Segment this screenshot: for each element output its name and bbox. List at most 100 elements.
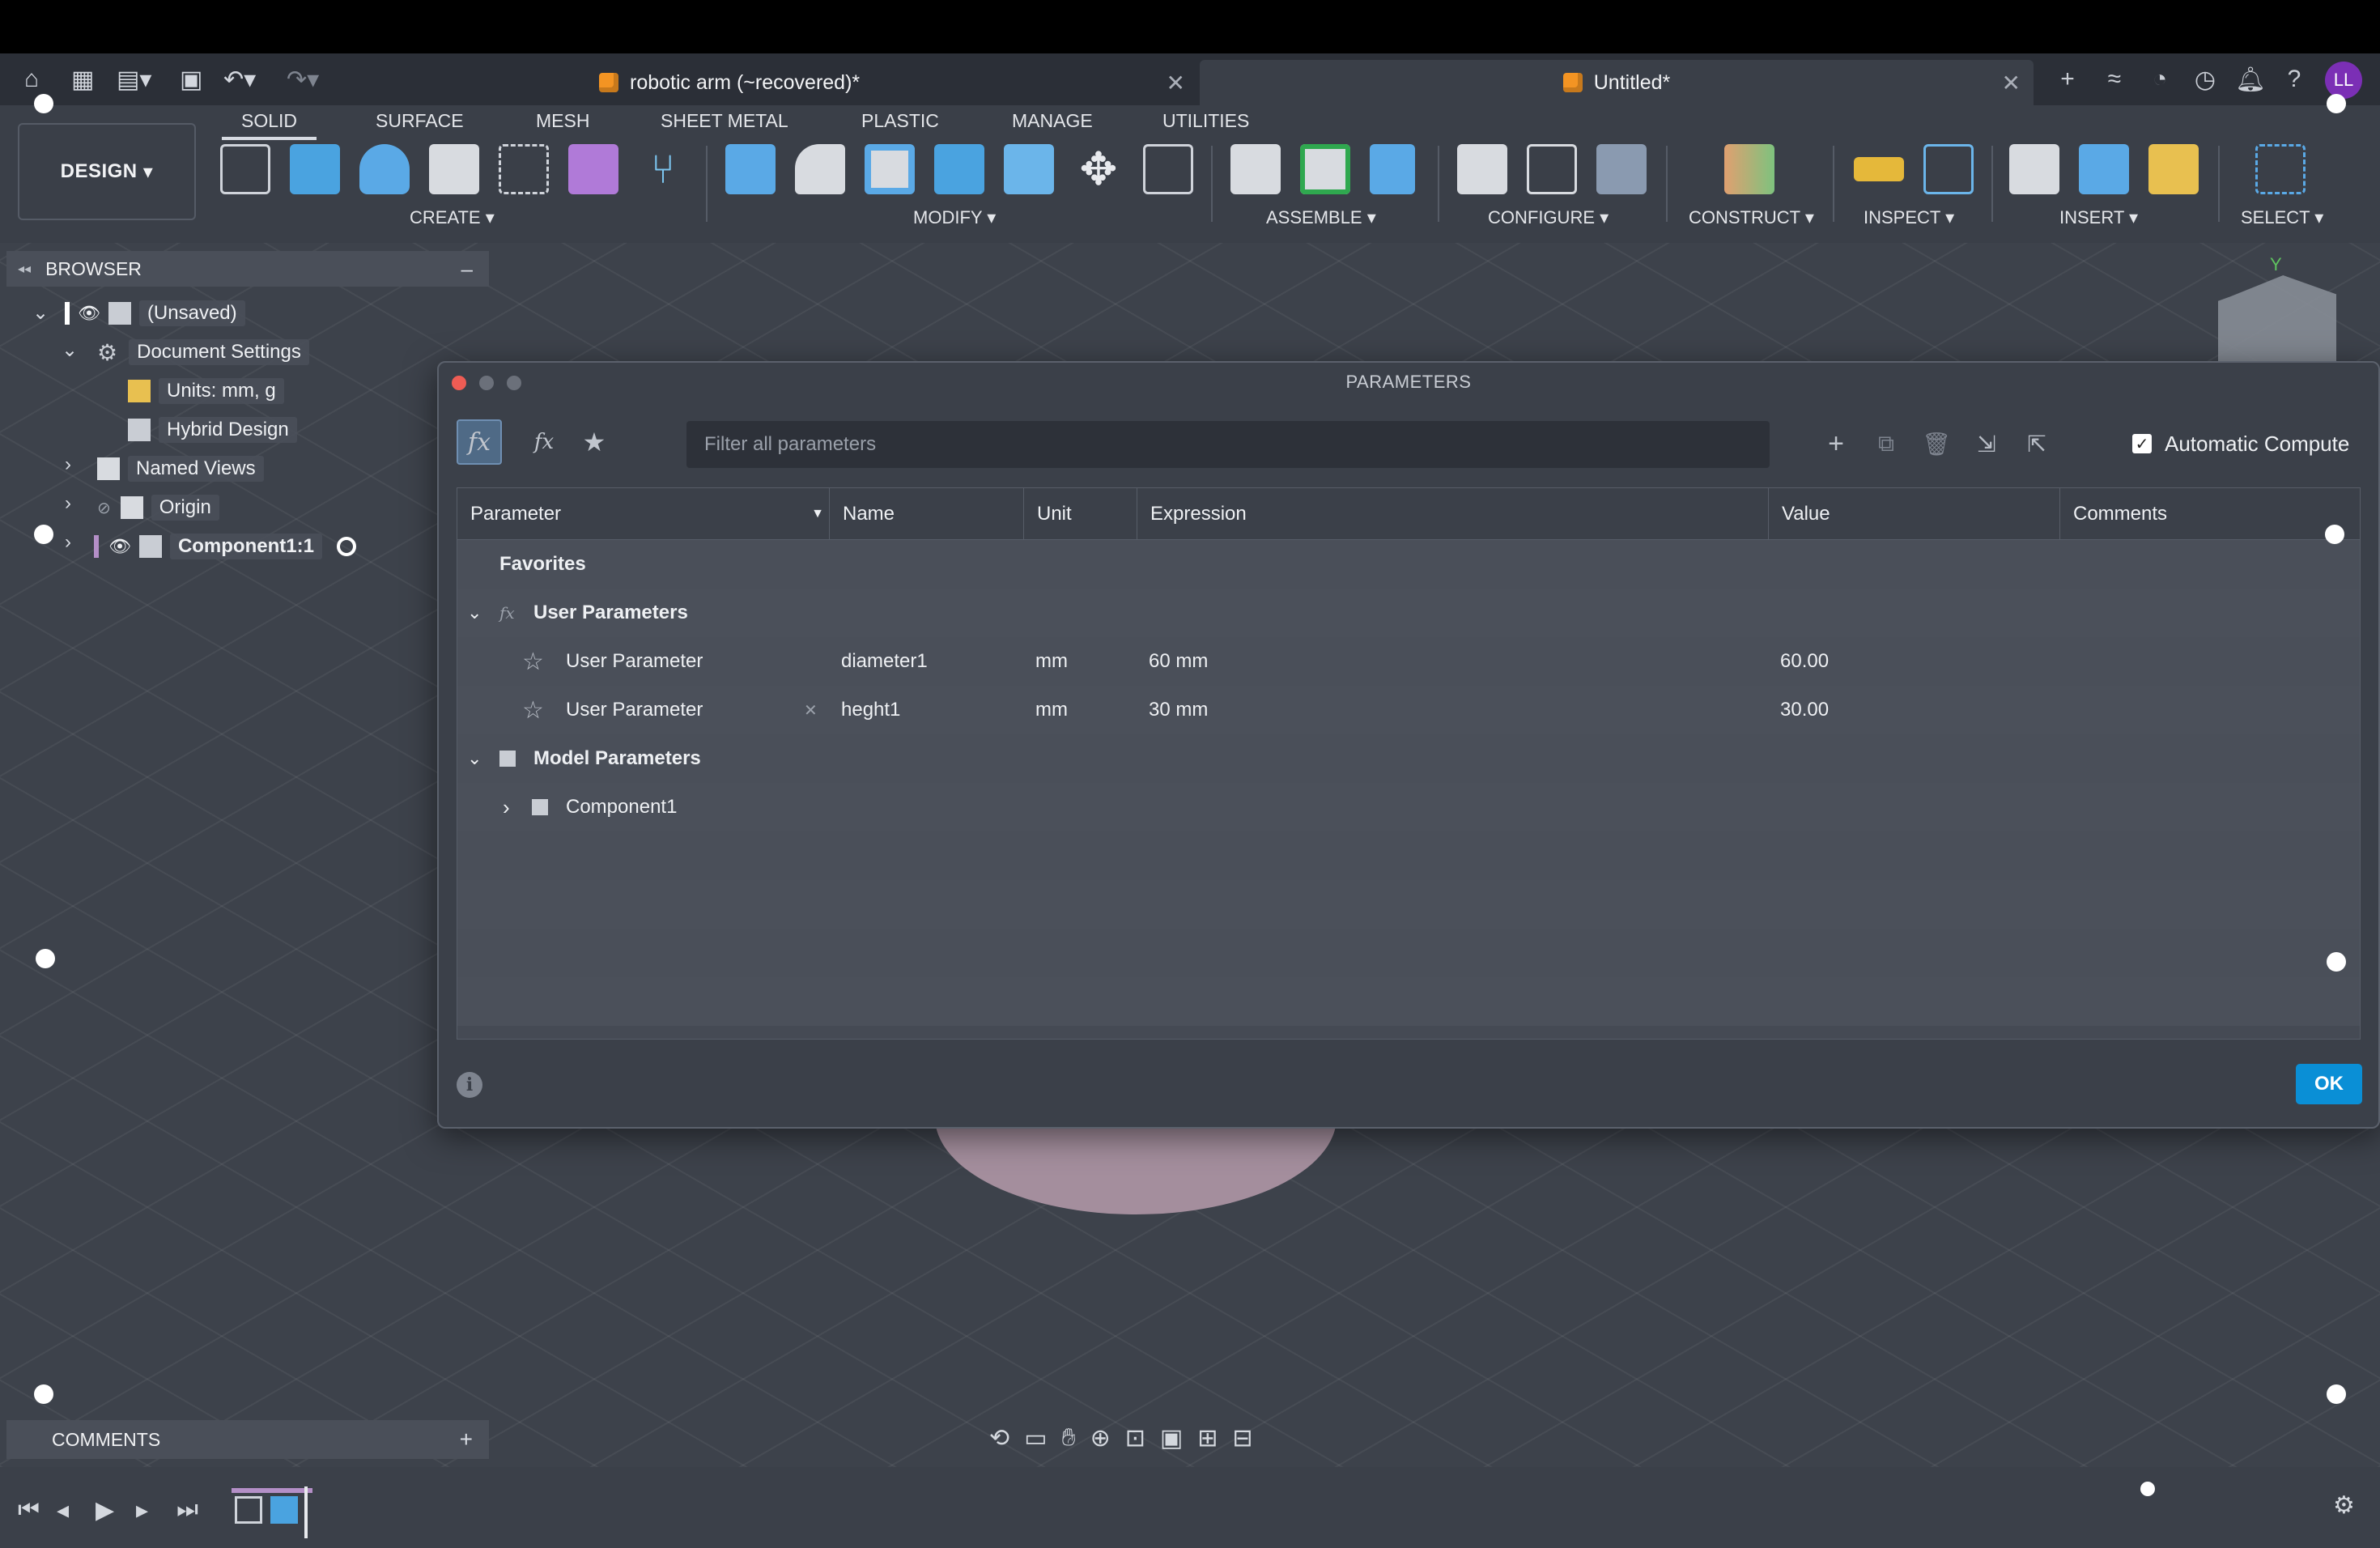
resize-handle[interactable] (36, 949, 55, 968)
all-parameters-fx-icon[interactable]: fx (457, 419, 502, 465)
filter-parameters-input[interactable]: Filter all parameters (686, 421, 1770, 468)
group-modify[interactable]: MODIFY ▾ (913, 207, 996, 228)
tab-plastic[interactable]: PLASTIC (861, 110, 939, 132)
combine-icon[interactable] (934, 144, 984, 194)
tab-robotic-arm[interactable]: robotic arm (~recovered)* ✕ (599, 60, 1198, 105)
column-expression[interactable]: Expression (1137, 488, 1769, 540)
ok-button[interactable]: OK (2296, 1064, 2362, 1104)
favorite-star-icon[interactable]: ☆ (522, 637, 544, 686)
hole-icon[interactable] (429, 144, 479, 194)
group-select[interactable]: SELECT ▾ (2241, 207, 2323, 228)
user-avatar[interactable]: LL (2325, 62, 2362, 99)
sort-arrow-icon[interactable]: ▼ (811, 507, 824, 521)
timeline-extrude-feature-icon[interactable] (270, 1496, 298, 1524)
resize-handle[interactable] (2327, 952, 2346, 972)
as-built-joint-icon[interactable] (1370, 144, 1415, 194)
minimize-browser-icon[interactable]: – (461, 257, 473, 282)
create-form-icon[interactable] (568, 144, 618, 194)
user-parameters-filter-icon[interactable]: fx (521, 419, 567, 465)
go-to-start-icon[interactable]: ⏮ (18, 1496, 40, 1524)
apps-grid-icon[interactable]: ▦ (71, 65, 94, 94)
change-parameters-icon[interactable] (1143, 144, 1193, 194)
section-analysis-icon[interactable] (1923, 144, 1974, 194)
chevron-down-icon[interactable]: ⌄ (62, 338, 78, 362)
configuration-table-icon[interactable] (1527, 144, 1577, 194)
insert-derive-icon[interactable] (2009, 144, 2059, 194)
undo-icon[interactable]: ↶▾ (223, 65, 256, 94)
chevron-down-icon[interactable]: ⌄ (467, 589, 482, 637)
step-back-icon[interactable]: ◂ (57, 1496, 69, 1525)
press-pull-icon[interactable] (725, 144, 776, 194)
split-body-icon[interactable] (1004, 144, 1054, 194)
construct-plane-icon[interactable] (1724, 144, 1774, 194)
export-parameters-icon[interactable]: ⇱ (2019, 426, 2055, 461)
import-parameters-icon[interactable]: ⇲ (1969, 426, 2004, 461)
play-icon[interactable]: ▶ (96, 1496, 114, 1525)
step-forward-icon[interactable]: ▸ (136, 1496, 148, 1525)
extensions-icon[interactable]: ◔ (2145, 65, 2174, 94)
create-sketch-icon[interactable] (220, 144, 270, 194)
zoom-icon[interactable]: ⊕ (1090, 1424, 1111, 1452)
timeline-settings-gear-icon[interactable]: ⚙ (2333, 1491, 2355, 1520)
chevron-down-icon[interactable]: ⌄ (467, 734, 482, 783)
new-component-icon[interactable] (1230, 144, 1281, 194)
orbit-icon[interactable]: ⟲ (989, 1424, 1009, 1452)
favorites-row[interactable]: Favorites (457, 540, 2360, 589)
tree-item-root[interactable]: 👁︎ (Unsaved) (65, 298, 245, 329)
move-icon[interactable]: ✥ (1073, 143, 1124, 194)
job-status-icon[interactable]: ◷ (2191, 65, 2220, 94)
notifications-bell-icon[interactable]: 🔔︎ (2235, 65, 2266, 94)
column-comments[interactable]: Comments (2060, 488, 2360, 540)
revolve-icon[interactable] (359, 144, 410, 194)
resize-handle[interactable] (2327, 94, 2346, 113)
group-inspect[interactable]: INSPECT ▾ (1864, 207, 1954, 228)
model-parameters-group-row[interactable]: ⌄ Model Parameters (457, 734, 2360, 783)
user-parameters-group-row[interactable]: ⌄ fx User Parameters (457, 589, 2360, 637)
workspace-switcher[interactable]: DESIGN ▾ (18, 123, 196, 220)
favorite-star-icon[interactable]: ☆ (522, 686, 544, 734)
viewports-icon[interactable]: ⊟ (1232, 1424, 1252, 1452)
group-create[interactable]: CREATE ▾ (410, 207, 495, 228)
timeline-sketch-feature-icon[interactable] (235, 1496, 262, 1524)
file-menu-icon[interactable]: ▤▾ (117, 65, 151, 94)
activate-radio-icon[interactable] (336, 537, 356, 556)
resize-handle[interactable] (2327, 1384, 2346, 1404)
tree-item-component[interactable]: 👁︎ Component1:1 (94, 531, 356, 562)
eye-icon[interactable]: 👁︎ (108, 536, 131, 557)
eye-icon[interactable]: 👁︎ (78, 303, 100, 324)
tree-item-named-views[interactable]: Named Views (97, 453, 264, 484)
fit-icon[interactable]: ⊡ (1125, 1424, 1145, 1452)
tree-item-origin[interactable]: ⊘ Origin (97, 492, 219, 523)
branch-tool-icon[interactable]: ⑂ (638, 144, 688, 194)
tree-item-document-settings[interactable]: ⚙ Document Settings (97, 337, 309, 368)
display-settings-icon[interactable]: ▣ (1160, 1424, 1183, 1452)
chevron-right-icon[interactable]: › (503, 783, 510, 831)
redo-icon[interactable]: ↷▾ (287, 65, 319, 94)
group-assemble[interactable]: ASSEMBLE ▾ (1266, 207, 1376, 228)
tree-item-hybrid-design[interactable]: Hybrid Design (128, 415, 297, 445)
grid-settings-icon[interactable]: ⊞ (1197, 1424, 1218, 1452)
automatic-compute-checkbox[interactable]: ✓ Automatic Compute (2132, 427, 2349, 460)
close-tab-icon[interactable]: ✕ (2002, 70, 2021, 96)
data-panel-icon[interactable]: ≈ (2100, 65, 2129, 94)
checkbox-checked-icon[interactable]: ✓ (2132, 434, 2152, 453)
shell-icon[interactable] (865, 144, 915, 194)
tab-sheet-metal[interactable]: SHEET METAL (661, 110, 788, 132)
table-row[interactable]: ☆ User Parameter ✕ heght1 mm 30 mm 30.00 (457, 686, 2360, 734)
column-value[interactable]: Value (1769, 488, 2060, 540)
favorites-star-icon[interactable]: ★ (572, 419, 617, 465)
new-tab-icon[interactable]: + (2053, 65, 2082, 94)
table-row[interactable]: ☆ User Parameter diameter1 mm 60 mm 60.0… (457, 637, 2360, 686)
column-unit[interactable]: Unit (1024, 488, 1137, 540)
close-tab-icon[interactable]: ✕ (1167, 70, 1185, 96)
save-icon[interactable]: ▣ (180, 65, 202, 94)
group-insert[interactable]: INSERT ▾ (2059, 207, 2138, 228)
look-at-icon[interactable]: ▭ (1024, 1424, 1047, 1452)
delete-row-icon[interactable]: ✕ (804, 686, 818, 734)
column-parameter[interactable]: Parameter ▼ (457, 488, 830, 540)
fillet-icon[interactable] (795, 144, 845, 194)
tab-surface[interactable]: SURFACE (376, 110, 464, 132)
column-name[interactable]: Name (830, 488, 1024, 540)
info-icon[interactable]: i (457, 1072, 482, 1098)
select-window-icon[interactable] (2255, 144, 2306, 194)
